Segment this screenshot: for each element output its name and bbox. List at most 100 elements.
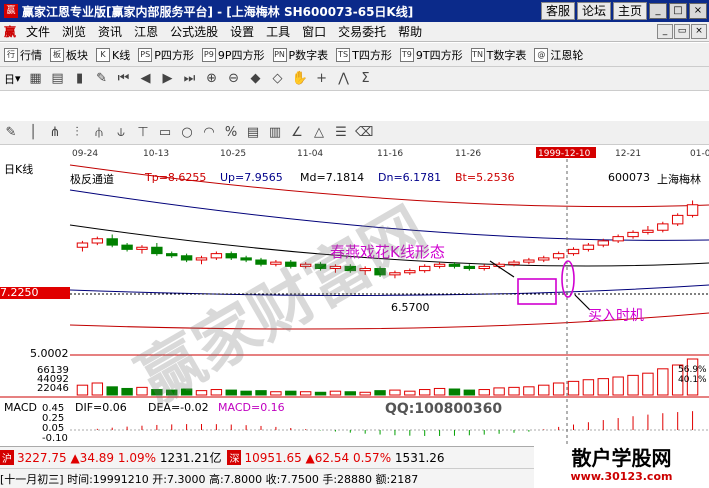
diamond-icon[interactable]: ◆ [248, 71, 264, 87]
candle-body [166, 253, 178, 257]
candle-body [671, 214, 684, 225]
grid-lines-icon[interactable]: ▤ [245, 125, 261, 141]
pen-icon[interactable]: ✎ [3, 125, 19, 141]
candle-body [612, 236, 624, 242]
t-number-table-button[interactable]: TN T数字表 [470, 47, 526, 63]
volume-bar [627, 374, 639, 396]
date-tick: 12-21 [615, 149, 641, 159]
kline-button[interactable]: K K线 [96, 47, 130, 63]
menu-trade[interactable]: 交易委托 [332, 23, 392, 40]
triangle-icon[interactable]: △ [311, 125, 327, 141]
signal-icon[interactable]: ⋀ [336, 71, 352, 87]
sectors-icon: 板 [50, 47, 64, 62]
angle-icon[interactable]: ∠ [289, 125, 305, 141]
date-tick: 01-0 [690, 149, 709, 159]
channel-icon[interactable]: ⫶ [69, 125, 85, 141]
maximize-button[interactable]: □ [669, 3, 687, 19]
gann-wheel-button[interactable]: @ 江恩轮 [534, 47, 583, 63]
vline-icon[interactable]: │ [25, 125, 41, 141]
volume-bar [151, 389, 163, 396]
mdi-restore-button[interactable]: ▭ [674, 24, 690, 39]
indicator-name: 极反通道 [70, 173, 114, 186]
first-page-icon[interactable]: ⏮ [116, 71, 132, 87]
candle-body [538, 257, 550, 261]
title-bar: 赢 赢家江恩专业版[赢家内部服务平台] - [上海梅林 SH600073-65日… [0, 0, 709, 22]
candle-body [344, 265, 357, 272]
arc-icon[interactable]: ◠ [201, 125, 217, 141]
macd-value: MACD=0.16 [218, 401, 285, 414]
fork-icon[interactable]: ⫛ [91, 125, 107, 141]
level-icon[interactable]: ☰ [333, 125, 349, 141]
layout-icon[interactable]: ▤ [50, 71, 66, 87]
candle-body [359, 268, 371, 272]
crosshair-icon[interactable]: + [314, 71, 330, 87]
grid-icon[interactable]: ▦ [28, 71, 44, 87]
tee-icon[interactable]: ⊤ [135, 125, 151, 141]
menu-settings[interactable]: 设置 [224, 23, 260, 40]
candle-body [240, 257, 252, 261]
candle-body [121, 244, 133, 250]
menu-file[interactable]: 文件 [20, 23, 56, 40]
quotes-button[interactable]: 行行情 [4, 47, 42, 63]
sigma-icon[interactable]: Σ [358, 71, 374, 87]
mdi-close-button[interactable]: × [691, 24, 707, 39]
candle-body [567, 248, 580, 255]
fib-icon[interactable]: ⫝ [113, 125, 129, 141]
volume-bar [329, 390, 342, 396]
forum-button[interactable]: 论坛 [576, 2, 611, 20]
period-select[interactable]: 日 ▾ [4, 71, 21, 87]
9p-square-icon: P9 [201, 47, 216, 62]
volume-bar [106, 386, 118, 396]
chart-type-icon[interactable]: ▮ [72, 71, 88, 87]
sectors-button[interactable]: 板板块 [50, 47, 88, 63]
9p-square-button[interactable]: P9 9P四方形 [201, 47, 265, 63]
menu-window[interactable]: 窗口 [296, 23, 332, 40]
candle-body [151, 246, 163, 255]
home-button[interactable]: 主页 [612, 2, 647, 20]
9t-square-button[interactable]: T9 9T四方形 [399, 47, 463, 63]
hand-icon[interactable]: ✋ [292, 71, 308, 87]
menu-browse[interactable]: 浏览 [56, 23, 92, 40]
draw-icon[interactable]: ✎ [94, 71, 110, 87]
volume-bar [389, 389, 401, 396]
menu-gann[interactable]: 江恩 [128, 23, 164, 40]
menu-formula[interactable]: 公式选股 [164, 23, 224, 40]
macd-label: MACD [4, 401, 37, 414]
close-button[interactable]: × [689, 3, 707, 19]
prev-icon[interactable]: ◀ [138, 71, 154, 87]
volume-bar [314, 391, 327, 396]
percent-icon[interactable]: % [223, 125, 239, 141]
zoom-out-icon[interactable]: ⊖ [226, 71, 242, 87]
volume-bar [210, 389, 223, 396]
fan-icon[interactable]: ⋔ [47, 125, 63, 141]
p-square-button[interactable]: PS P四方形 [138, 47, 194, 63]
zoom-in-icon[interactable]: ⊕ [204, 71, 220, 87]
erase-icon[interactable]: ⌫ [355, 125, 373, 141]
price-axis-label: 5.0002 [30, 347, 69, 360]
volume-bar [657, 368, 669, 396]
next-icon[interactable]: ▶ [160, 71, 176, 87]
kline-chart[interactable]: 09-24 10-13 10-25 11-04 11-16 11-26 1999-12-10… [0, 145, 709, 468]
mdi-minimize-button[interactable]: _ [657, 24, 673, 39]
sz-index[interactable]: 深 10951.65 ▲62.54 0.57% 1531.26 [227, 450, 445, 465]
ruler-icon[interactable]: ▥ [267, 125, 283, 141]
p-number-table-button[interactable]: PN P数字表 [272, 47, 328, 63]
rect-icon[interactable]: ▭ [157, 125, 173, 141]
circle-icon[interactable]: ○ [179, 125, 195, 141]
support-button[interactable]: 客服 [540, 2, 575, 20]
diamond-alt-icon[interactable]: ◇ [270, 71, 286, 87]
site-name: 散户学股网 [571, 446, 672, 470]
menu-tools[interactable]: 工具 [260, 23, 296, 40]
menu-help[interactable]: 帮助 [392, 23, 428, 40]
t-square-button[interactable]: TS T四方形 [336, 47, 392, 63]
volume-bar [374, 390, 386, 396]
candle-body [552, 253, 565, 259]
menu-info[interactable]: 资讯 [92, 23, 128, 40]
current-price-tag: 7.2250 [0, 287, 70, 299]
volume-bar [508, 386, 520, 396]
indicator-up: Up=7.9565 [220, 171, 283, 184]
volume-bar [270, 391, 282, 396]
sh-index[interactable]: 沪 3227.75 ▲34.89 1.09% 1231.21亿 [0, 449, 221, 466]
minimize-button[interactable]: _ [649, 3, 667, 19]
last-page-icon[interactable]: ⏭ [182, 71, 198, 87]
